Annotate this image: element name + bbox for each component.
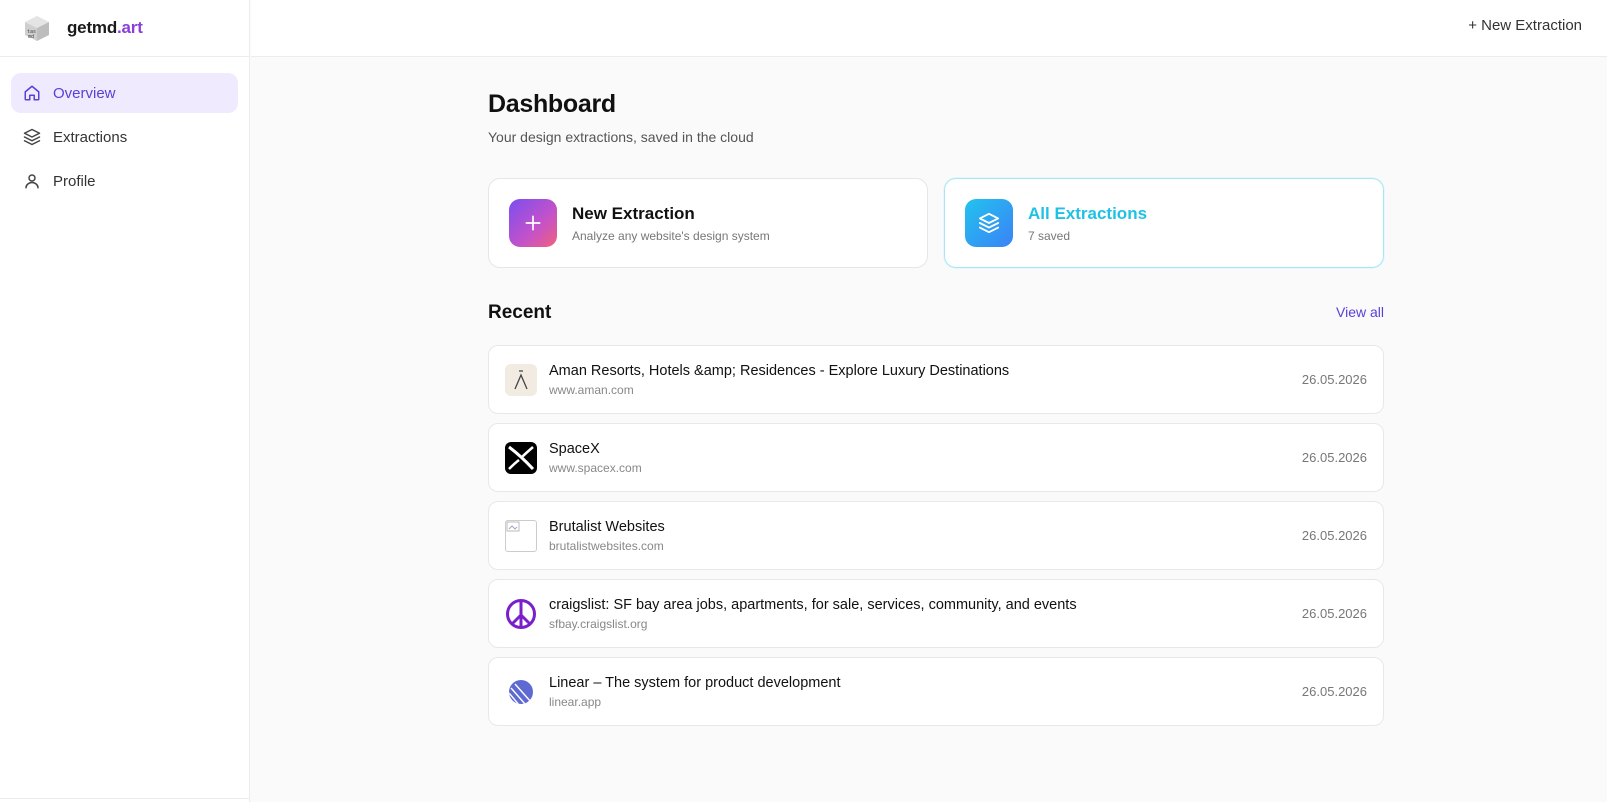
action-cards: New Extraction Analyze any website's des…	[488, 178, 1384, 268]
sidebar-item-overview[interactable]: Overview	[11, 73, 238, 113]
list-item[interactable]: Linear – The system for product developm…	[488, 657, 1384, 726]
sidebar-footer-divider	[0, 798, 250, 802]
svg-text:md: md	[28, 34, 34, 40]
plus-icon	[509, 199, 557, 247]
new-extraction-link[interactable]: + New Extraction	[1468, 17, 1582, 34]
sidebar-item-profile[interactable]: Profile	[11, 161, 238, 201]
saved-count: 7 saved	[1028, 228, 1071, 243]
brand[interactable]: tas md getmd.art	[0, 0, 249, 57]
recent-header: Recent View all	[488, 302, 1384, 326]
sidebar-item-extractions[interactable]: Extractions	[11, 117, 238, 157]
peace-sign-favicon	[505, 598, 537, 630]
sidebar: tas md getmd.art Overview Extractions Pr…	[0, 0, 250, 802]
row-date: 26.05.2026	[1301, 684, 1367, 699]
layers-icon	[965, 199, 1013, 247]
sidebar-item-label: Profile	[53, 172, 96, 190]
row-title: craigslist: SF bay area jobs, apartments…	[549, 596, 1077, 613]
all-extractions-card[interactable]: All Extractions 7 saved	[944, 178, 1384, 268]
row-date: 26.05.2026	[1301, 372, 1367, 387]
row-url: sfbay.craigslist.org	[549, 616, 648, 631]
brand-name: getmd.art	[67, 18, 143, 37]
row-url: brutalistwebsites.com	[549, 538, 664, 553]
page-title: Dashboard	[488, 90, 616, 118]
row-title: Brutalist Websites	[549, 518, 665, 535]
broken-image-favicon	[505, 519, 537, 552]
row-title: Linear – The system for product developm…	[549, 674, 841, 691]
row-date: 26.05.2026	[1301, 528, 1367, 543]
card-title: All Extractions	[1028, 203, 1148, 223]
linear-favicon	[505, 676, 537, 708]
page-subtitle: Your design extractions, saved in the cl…	[488, 129, 754, 145]
new-extraction-card[interactable]: New Extraction Analyze any website's des…	[488, 178, 928, 268]
card-subtitle: Analyze any website's design system	[572, 228, 770, 243]
main-content: Dashboard Your design extractions, saved…	[488, 90, 1384, 726]
recent-title: Recent	[488, 302, 552, 323]
recent-list: Aman Resorts, Hotels &amp; Residences - …	[488, 345, 1384, 735]
row-url: www.aman.com	[549, 382, 634, 397]
aman-favicon	[505, 363, 537, 396]
row-url: linear.app	[549, 694, 602, 709]
cube-logo-icon: tas md	[22, 13, 52, 43]
list-item[interactable]: SpaceX www.spacex.com 26.05.2026	[488, 423, 1384, 492]
spacex-favicon	[505, 441, 537, 474]
sidebar-item-label: Extractions	[53, 128, 128, 146]
list-item[interactable]: Aman Resorts, Hotels &amp; Residences - …	[488, 345, 1384, 414]
row-date: 26.05.2026	[1301, 606, 1367, 621]
row-title: Aman Resorts, Hotels &amp; Residences - …	[549, 362, 1010, 379]
row-url: www.spacex.com	[549, 460, 642, 475]
list-item[interactable]: Brutalist Websites brutalistwebsites.com…	[488, 501, 1384, 570]
user-icon	[25, 174, 39, 189]
view-all-link[interactable]: View all	[1336, 304, 1384, 320]
row-title: SpaceX	[549, 440, 600, 457]
layers-icon	[23, 128, 41, 146]
sidebar-nav: Overview Extractions Profile	[0, 57, 249, 201]
card-title: New Extraction	[572, 203, 695, 223]
topbar: + New Extraction	[251, 0, 1607, 57]
home-icon	[24, 85, 40, 101]
list-item[interactable]: craigslist: SF bay area jobs, apartments…	[488, 579, 1384, 648]
sidebar-item-label: Overview	[53, 84, 116, 102]
row-date: 26.05.2026	[1301, 450, 1367, 465]
